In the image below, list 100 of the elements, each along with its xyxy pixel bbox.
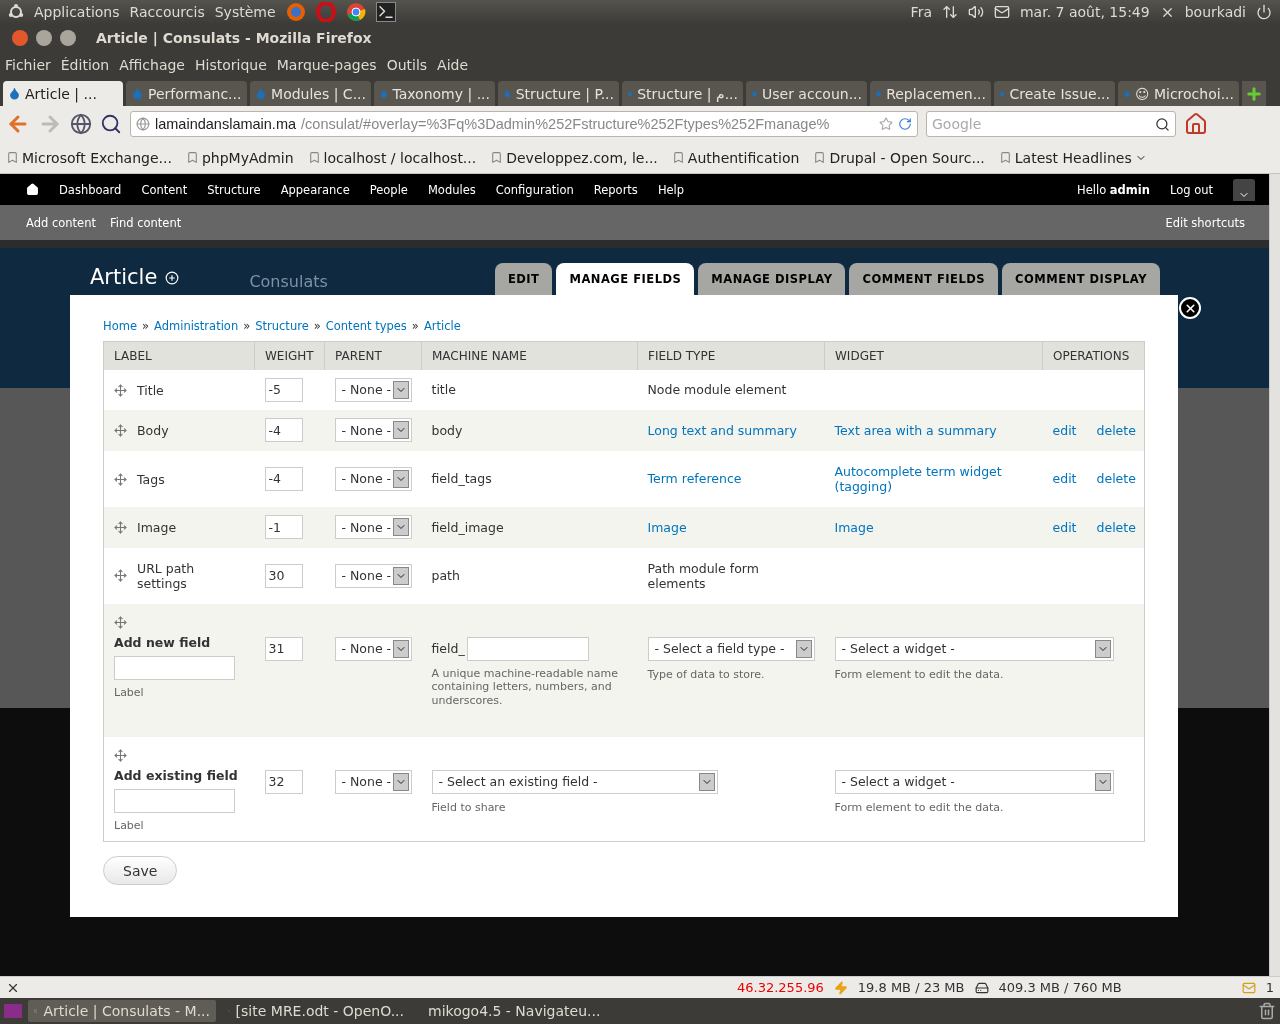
weight-field[interactable]: 31 <box>264 636 303 661</box>
reload-icon[interactable] <box>898 117 912 131</box>
parent-select[interactable]: - None - <box>334 466 412 491</box>
delete-link[interactable]: delete <box>1096 519 1136 535</box>
field-type-link[interactable]: Long text and summary <box>647 422 797 438</box>
bookmark[interactable]: Drupal - Open Sourc... <box>813 149 985 166</box>
machine-name-field[interactable] <box>466 636 589 661</box>
widget-link[interactable]: Image <box>834 519 874 535</box>
breadcrumb-link[interactable]: Home <box>103 319 137 333</box>
bookmark[interactable]: Microsoft Exchange... <box>6 149 172 166</box>
page-tab[interactable]: COMMENT DISPLAY <box>1002 263 1160 295</box>
taskbar-item[interactable]: Article | Consulats - M... <box>28 1000 216 1022</box>
browser-tab[interactable]: Modules | C... <box>250 81 371 106</box>
breadcrumb-link[interactable]: Content types <box>325 319 407 333</box>
drag-handle-icon[interactable] <box>114 383 127 397</box>
label-field[interactable] <box>114 788 235 813</box>
browser-tab[interactable]: Create Issue... <box>994 81 1115 106</box>
menu-item[interactable]: Fichier <box>5 57 51 73</box>
label-field[interactable] <box>114 655 235 680</box>
new-tab-icon[interactable] <box>1242 81 1266 106</box>
ubuntu-logo-icon[interactable] <box>8 4 24 20</box>
power-icon[interactable] <box>1256 4 1272 20</box>
parent-select[interactable]: - None - <box>334 418 412 442</box>
drag-handle-icon[interactable] <box>114 569 127 582</box>
weight-field[interactable]: -4 <box>264 418 303 442</box>
terminal-icon[interactable] <box>375 2 396 22</box>
toolbar-link[interactable]: Appearance <box>280 182 350 197</box>
browser-tab[interactable]: Structure | P... <box>498 81 619 106</box>
widget-select[interactable]: - Select a widget - <box>834 769 1114 794</box>
parent-select[interactable]: - None - <box>334 563 412 588</box>
taskbar-item[interactable]: [site MRE.odt - OpenO... <box>222 1000 410 1022</box>
toolbar-link[interactable]: Content <box>141 182 188 197</box>
browser-tab[interactable]: Structure | م... <box>622 81 743 106</box>
user-name[interactable]: bourkadi <box>1184 4 1246 20</box>
menu-item[interactable]: Affichage <box>119 57 185 73</box>
globe-icon[interactable] <box>70 113 92 135</box>
browser-tab[interactable]: Article | ... <box>3 81 123 106</box>
menu-item[interactable]: Édition <box>60 57 110 73</box>
home-icon[interactable] <box>26 183 39 196</box>
field-type-link[interactable]: Term reference <box>647 471 742 486</box>
menu-item[interactable]: Aide <box>437 57 469 73</box>
bookmark[interactable]: Authentification <box>671 149 800 166</box>
bookmark[interactable]: phpMyAdmin <box>185 149 294 166</box>
edit-shortcuts-link[interactable]: Edit shortcuts <box>1165 215 1245 230</box>
browser-tab[interactable]: User accoun... <box>746 81 867 106</box>
volume-icon[interactable] <box>968 4 984 20</box>
parent-select[interactable]: - None - <box>334 515 412 539</box>
mail-icon[interactable] <box>994 4 1010 20</box>
address-field[interactable]: lamaindanslamain.ma /consulat/#overlay=%3Fq%3Dadmin%252Fstructure%252Ftypes%252Fmanage% <box>130 111 918 137</box>
shortcut-link[interactable]: Find content <box>109 215 182 230</box>
widget-link[interactable]: Text area with a summary <box>834 422 997 438</box>
breadcrumb-link[interactable]: Administration <box>154 319 239 333</box>
delete-link[interactable]: delete <box>1096 471 1136 486</box>
edit-link[interactable]: edit <box>1052 519 1077 535</box>
weight-field[interactable]: -1 <box>264 515 303 539</box>
edit-link[interactable]: edit <box>1052 471 1077 486</box>
save-button[interactable]: Save <box>103 856 178 885</box>
weight-field[interactable]: 30 <box>264 563 303 588</box>
drag-handle-icon[interactable] <box>114 472 127 486</box>
drag-handle-icon[interactable] <box>114 748 127 762</box>
add-shortcut-icon[interactable] <box>165 271 180 285</box>
drag-handle-icon[interactable] <box>114 424 127 437</box>
weight-field[interactable]: -5 <box>264 377 303 402</box>
browser-tab[interactable]: Performanc... <box>126 81 247 106</box>
delete-link[interactable]: delete <box>1096 422 1136 438</box>
weight-field[interactable]: 32 <box>264 769 303 794</box>
browser-tab[interactable]: ☺ Microchoi... <box>1118 81 1239 106</box>
page-tab[interactable]: MANAGE DISPLAY <box>698 263 846 295</box>
toolbar-link[interactable]: People <box>369 182 408 197</box>
taskbar-item[interactable]: mikogo4.5 - Navigateu... <box>416 1000 604 1022</box>
scroll-bar[interactable] <box>1269 174 1280 976</box>
existing-field-select[interactable]: - Select an existing field - <box>431 769 718 794</box>
bookmark[interactable]: localhost / localhost... <box>307 149 477 166</box>
browser-tab[interactable]: Replacemen... <box>870 81 991 106</box>
menu-item[interactable]: Historique <box>195 57 267 73</box>
toolbar-link[interactable]: Help <box>657 182 685 197</box>
panel-menu[interactable]: Raccourcis <box>129 4 205 20</box>
shortcuts-toggle[interactable] <box>1233 178 1255 201</box>
parent-select[interactable]: - None - <box>334 769 412 794</box>
clock[interactable]: mar. 7 août, 15:49 <box>1020 4 1150 20</box>
network-icon[interactable] <box>942 4 958 20</box>
toolbar-link[interactable]: Reports <box>593 182 638 197</box>
trash-icon[interactable] <box>1258 1002 1276 1020</box>
logout-link[interactable]: Log out <box>1169 182 1213 197</box>
panel-menu[interactable]: Système <box>214 4 276 20</box>
star-icon[interactable] <box>879 117 893 131</box>
breadcrumb-link[interactable]: Article <box>423 319 461 333</box>
page-tab[interactable]: EDIT <box>494 263 553 295</box>
menu-item[interactable]: Outils <box>386 57 428 73</box>
page-tab[interactable]: MANAGE FIELDS <box>556 263 695 295</box>
drag-handle-icon[interactable] <box>114 521 127 534</box>
field-type-link[interactable]: Image <box>647 519 687 535</box>
browser-tab[interactable]: Taxonomy | ... <box>374 81 495 106</box>
widget-link[interactable]: Autocomplete term widget (tagging) <box>834 463 1033 494</box>
maximize-button[interactable] <box>60 30 76 46</box>
edit-link[interactable]: edit <box>1052 422 1077 438</box>
weight-field[interactable]: -4 <box>264 466 303 491</box>
panel-menu[interactable]: Applications <box>34 4 120 20</box>
toolbar-link[interactable]: Modules <box>427 182 476 197</box>
parent-select[interactable]: - None - <box>334 636 412 661</box>
